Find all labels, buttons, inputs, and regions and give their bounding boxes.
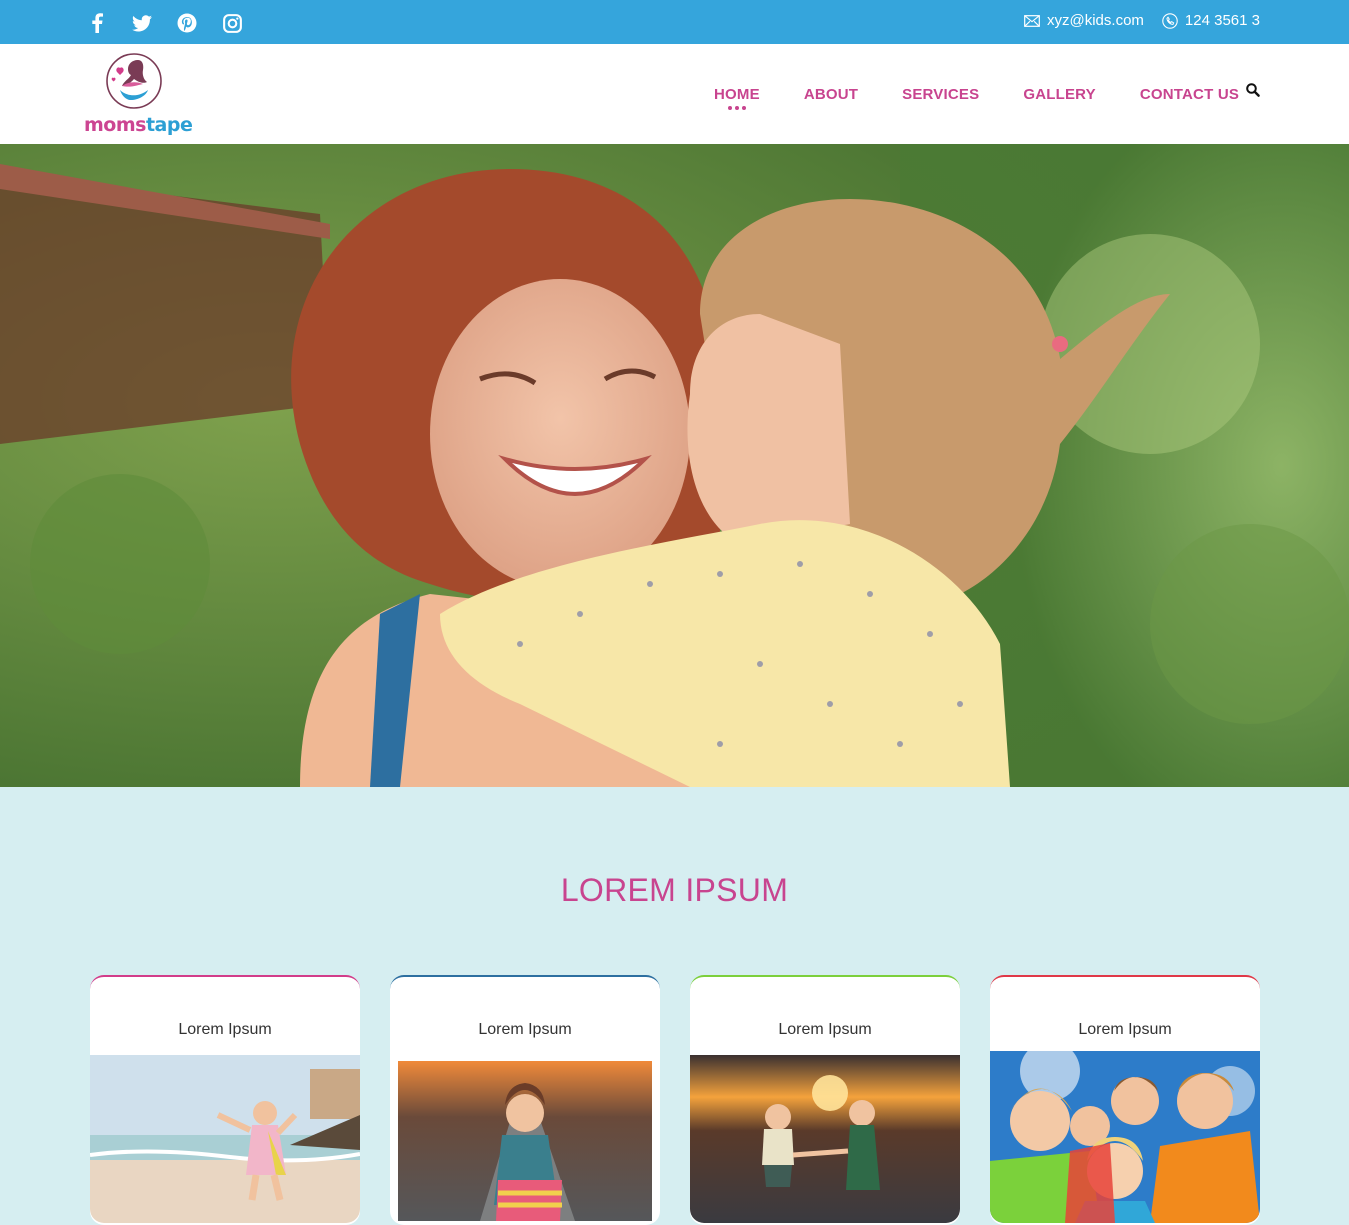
- top-bar: xyz@kids.com 124 3561 3: [0, 0, 1349, 44]
- card-image: [990, 1051, 1260, 1223]
- hero-image: [0, 144, 1349, 787]
- nav-contact-us[interactable]: CONTACT US: [1140, 86, 1239, 103]
- nav-about[interactable]: ABOUT: [804, 86, 858, 103]
- active-indicator-dots: [727, 106, 746, 110]
- feature-card[interactable]: Lorem Ipsum: [990, 975, 1260, 1225]
- phone-link[interactable]: 124 3561 3: [1162, 12, 1260, 29]
- nav-home-label: HOME: [714, 86, 760, 103]
- contact-info: xyz@kids.com 124 3561 3: [1024, 12, 1260, 29]
- nav-gallery[interactable]: GALLERY: [1023, 86, 1096, 103]
- instagram-icon[interactable]: [219, 10, 245, 36]
- section-title: LOREM IPSUM: [560, 872, 789, 908]
- nav-home[interactable]: HOME: [714, 86, 760, 110]
- feature-card[interactable]: Lorem Ipsum: [690, 975, 960, 1225]
- logo-text-moms: moms: [84, 114, 146, 136]
- card-image: [390, 1055, 660, 1223]
- email-text: xyz@kids.com: [1047, 12, 1144, 29]
- logo-text-tape: tape: [145, 114, 193, 136]
- logo[interactable]: momstape: [82, 50, 193, 140]
- search-icon[interactable]: [1245, 82, 1263, 100]
- phone-text: 124 3561 3: [1184, 12, 1260, 29]
- phone-icon: [1162, 12, 1178, 29]
- card-title: Lorem Ipsum: [178, 1021, 272, 1038]
- facebook-icon[interactable]: [84, 10, 110, 36]
- feature-card[interactable]: Lorem Ipsum: [390, 975, 660, 1225]
- email-link[interactable]: xyz@kids.com: [1024, 12, 1144, 29]
- card-image: [690, 1055, 960, 1223]
- pinterest-icon[interactable]: [174, 10, 200, 36]
- card-title: Lorem Ipsum: [778, 1021, 872, 1038]
- twitter-icon[interactable]: [129, 10, 155, 36]
- card-title: Lorem Ipsum: [478, 1021, 572, 1038]
- mail-icon: [1024, 14, 1040, 27]
- social-links: [84, 10, 245, 36]
- logo-mark-icon: [106, 53, 162, 109]
- nav-services[interactable]: SERVICES: [902, 86, 979, 103]
- card-title: Lorem Ipsum: [1078, 1021, 1172, 1038]
- logo-text: momstape: [84, 114, 193, 136]
- feature-card[interactable]: Lorem Ipsum: [90, 975, 360, 1225]
- card-image: [90, 1055, 360, 1223]
- site-header: momstape HOME ABOUT SERVICES GALLERY CON…: [0, 44, 1349, 144]
- main-nav: HOME ABOUT SERVICES GALLERY CONTACT US: [714, 86, 1239, 110]
